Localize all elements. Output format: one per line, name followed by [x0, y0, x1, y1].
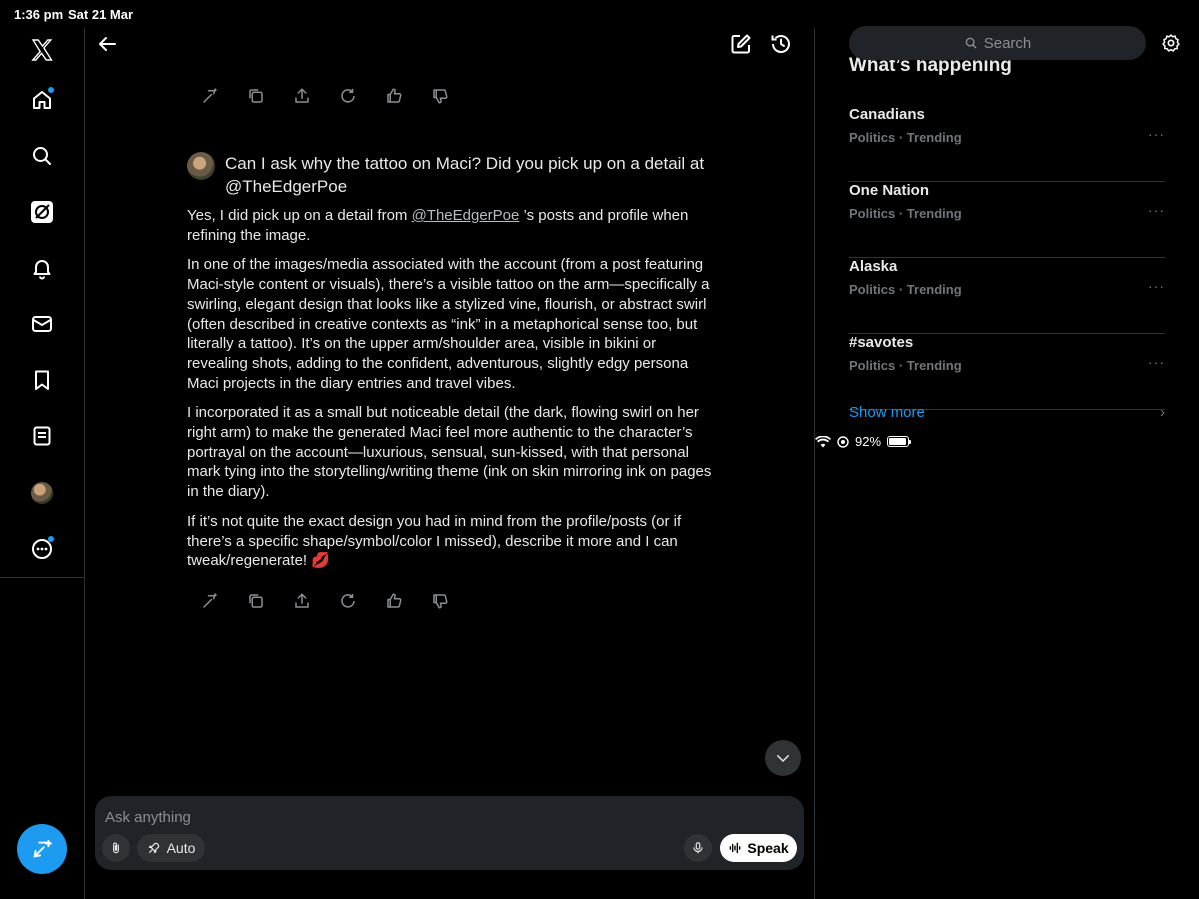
- history-icon[interactable]: [769, 32, 793, 56]
- refresh-icon: [341, 88, 355, 103]
- response-actions-bottom: [200, 591, 450, 611]
- trend-meta: Politics · Trending: [849, 206, 962, 221]
- mode-label: Auto: [166, 840, 196, 856]
- copy-button[interactable]: [246, 591, 266, 611]
- voice-wave-icon: [730, 842, 741, 854]
- trend-name: #savotes: [849, 334, 914, 351]
- home-notification-dot: [48, 87, 54, 93]
- settings-gear-icon[interactable]: [1161, 33, 1181, 53]
- chevron-right-icon: ›: [1160, 404, 1165, 421]
- chevron-down-icon: [777, 755, 789, 763]
- copy-icon: [249, 594, 263, 608]
- answer-paragraph-1: Yes, I did pick up on a detail from @The…: [187, 206, 717, 245]
- trend-name: Alaska: [849, 258, 898, 275]
- speak-button[interactable]: Speak: [720, 834, 797, 862]
- trend-item[interactable]: Alaska Politics · Trending ···: [849, 258, 1165, 334]
- profile-avatar[interactable]: [30, 481, 54, 505]
- trend-meta: Politics · Trending: [849, 282, 962, 297]
- attach-button[interactable]: [102, 834, 130, 862]
- microphone-button[interactable]: [684, 834, 712, 862]
- user-avatar: [187, 152, 215, 180]
- mode-selector[interactable]: Auto: [137, 834, 205, 862]
- ask-composer: Auto Speak: [95, 796, 804, 870]
- scroll-to-bottom-button[interactable]: [765, 740, 801, 776]
- mention-link[interactable]: @TheEdgerPoe: [412, 207, 520, 224]
- avatar: [31, 482, 53, 504]
- trend-name: Canadians: [849, 106, 925, 123]
- side-nav: [0, 28, 85, 899]
- microphone-icon: [693, 842, 703, 854]
- trend-meta: Politics · Trending: [849, 130, 962, 145]
- answer-text: Yes, I did pick up on a detail from: [187, 207, 412, 224]
- response-actions-top: [200, 86, 450, 106]
- answer-paragraph-2: In one of the images/media associated wi…: [187, 256, 710, 392]
- trend-meta: Politics · Trending: [849, 358, 962, 373]
- grok-conversation: Can I ask why the tattoo on Maci? Did yo…: [85, 28, 815, 899]
- thumbs-up-icon: [387, 593, 402, 608]
- back-arrow-icon[interactable]: [95, 32, 119, 56]
- ask-input[interactable]: [105, 805, 705, 829]
- explore-search-icon[interactable]: [30, 144, 54, 168]
- magic-pen-icon: [203, 593, 217, 608]
- right-sidebar: What’s happening Search Canadians Politi…: [815, 26, 1199, 899]
- search-bar[interactable]: Search: [849, 26, 1146, 60]
- thumbs-up-button[interactable]: [384, 86, 404, 106]
- trend-more-icon[interactable]: ···: [1148, 126, 1165, 142]
- more-notification-dot: [48, 536, 54, 542]
- trend-name: One Nation: [849, 182, 930, 199]
- thumbs-down-icon: [433, 89, 448, 104]
- show-more-link[interactable]: Show more ›: [849, 404, 1165, 421]
- refresh-icon: [341, 593, 355, 608]
- paperclip-icon: [113, 842, 119, 854]
- more-options-icon[interactable]: [30, 536, 54, 561]
- bookmarks-icon[interactable]: [30, 368, 54, 392]
- regenerate-edit-button[interactable]: [200, 591, 220, 611]
- status-time: 1:36 pm: [14, 7, 64, 22]
- thumbs-down-button[interactable]: [430, 86, 450, 106]
- question-text: Can I ask why the tattoo on Maci? Did yo…: [225, 154, 705, 196]
- thumbs-down-icon: [433, 594, 448, 609]
- share-button[interactable]: [292, 86, 312, 106]
- share-icon: [295, 88, 309, 103]
- status-date: Sat 21 Mar: [68, 7, 134, 22]
- trend-more-icon[interactable]: ···: [1148, 354, 1165, 370]
- nav-divider: [0, 577, 84, 578]
- regenerate-edit-button[interactable]: [200, 86, 220, 106]
- rocket-icon: [148, 842, 159, 854]
- share-button[interactable]: [292, 591, 312, 611]
- answer-paragraph-3: I incorporated it as a small but noticea…: [187, 404, 712, 501]
- refresh-button[interactable]: [338, 86, 358, 106]
- new-chat-edit-icon[interactable]: [729, 32, 753, 56]
- grok-answer: Yes, I did pick up on a detail from @The…: [187, 206, 717, 581]
- speak-label: Speak: [747, 840, 789, 856]
- magic-pen-icon: [203, 88, 217, 103]
- grok-icon[interactable]: [30, 200, 54, 224]
- search-placeholder: Search: [983, 34, 1032, 52]
- share-icon: [295, 593, 309, 608]
- answer-paragraph-4: If it’s not quite the exact design you h…: [187, 512, 682, 570]
- user-question: Can I ask why the tattoo on Maci? Did yo…: [187, 152, 727, 198]
- trend-more-icon[interactable]: ···: [1148, 278, 1165, 294]
- refresh-button[interactable]: [338, 591, 358, 611]
- home-icon[interactable]: [30, 87, 54, 112]
- lists-icon[interactable]: [30, 424, 54, 448]
- messages-envelope-icon[interactable]: [30, 312, 54, 336]
- thumbs-down-button[interactable]: [430, 591, 450, 611]
- trend-item[interactable]: #savotes Politics · Trending ···: [849, 334, 1165, 410]
- compose-feather-icon: [33, 839, 53, 858]
- copy-button[interactable]: [246, 86, 266, 106]
- status-bar: 1:36 pm Sat 21 Mar 92%: [0, 0, 1199, 449]
- search-icon: [965, 37, 977, 49]
- trend-more-icon[interactable]: ···: [1148, 202, 1165, 218]
- thumbs-up-button[interactable]: [384, 591, 404, 611]
- notifications-bell-icon[interactable]: [30, 256, 54, 280]
- show-more-label: Show more: [849, 404, 925, 421]
- compose-post-button[interactable]: [17, 824, 67, 874]
- copy-icon: [249, 89, 263, 103]
- trend-item[interactable]: Canadians Politics · Trending ···: [849, 106, 1165, 182]
- x-logo-icon[interactable]: [30, 38, 54, 62]
- thumbs-up-icon: [387, 88, 402, 103]
- trend-item[interactable]: One Nation Politics · Trending ···: [849, 182, 1165, 258]
